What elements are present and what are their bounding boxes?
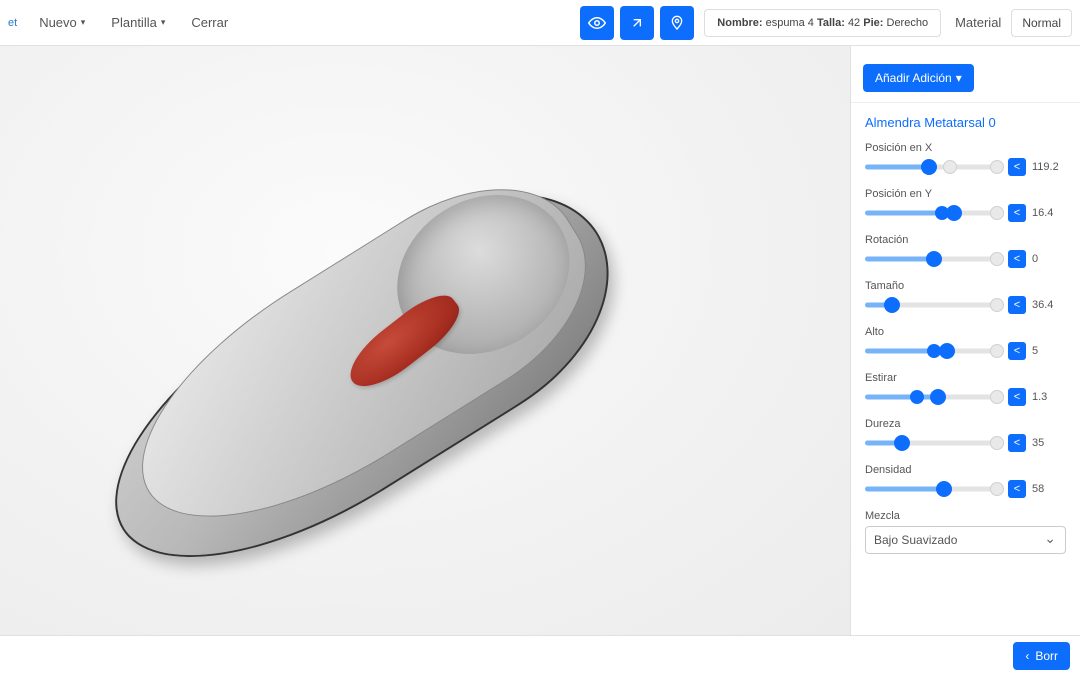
- marker-button[interactable]: [660, 6, 694, 40]
- add-addition-label: Añadir Adición: [875, 71, 952, 85]
- value-rot: 0: [1032, 253, 1066, 265]
- delete-button[interactable]: ‹ Borr: [1013, 642, 1070, 670]
- control-dureza: Dureza < 35: [865, 418, 1066, 452]
- normal-select[interactable]: Normal: [1011, 9, 1072, 37]
- main-menu: Nuevo ▾ Plantilla ▾ Cerrar: [29, 9, 238, 36]
- control-dens: Densidad < 58: [865, 464, 1066, 498]
- delete-button-label: Borr: [1035, 649, 1058, 663]
- value-posy: 16.4: [1032, 207, 1066, 219]
- properties-sidebar: Añadir Adición ▾ Almendra Metatarsal 0 P…: [850, 46, 1080, 635]
- map-pin-icon: [669, 15, 685, 31]
- label-dens: Densidad: [865, 464, 1066, 476]
- value-dureza: 35: [1032, 437, 1066, 449]
- menu-plantilla[interactable]: Plantilla ▾: [101, 9, 175, 36]
- info-nombre-label: Nombre:: [717, 17, 762, 29]
- caret-down-icon: ▾: [161, 17, 166, 28]
- control-posx: Posición en X < 119.2: [865, 142, 1066, 176]
- value-posx: 119.2: [1032, 161, 1066, 173]
- label-tam: Tamaño: [865, 280, 1066, 292]
- label-mezcla: Mezcla: [865, 510, 1066, 522]
- insole-model: [67, 144, 653, 619]
- info-talla-value: 42: [848, 17, 860, 29]
- visibility-button[interactable]: [580, 6, 614, 40]
- toggle-tam[interactable]: <: [1008, 296, 1026, 314]
- bottom-bar: ‹ Borr: [0, 635, 1080, 675]
- right-group: Material Normal: [955, 9, 1072, 37]
- insole-base: [67, 144, 653, 619]
- slider-rot[interactable]: [865, 252, 1002, 266]
- toggle-posx[interactable]: <: [1008, 158, 1026, 176]
- label-rot: Rotación: [865, 234, 1066, 246]
- app-logo: et: [8, 17, 17, 29]
- menu-nuevo-label: Nuevo: [39, 15, 77, 30]
- control-alto: Alto < 5: [865, 326, 1066, 360]
- toggle-posy[interactable]: <: [1008, 204, 1026, 222]
- slider-alto[interactable]: [865, 344, 1002, 358]
- info-nombre-value: espuma 4: [766, 17, 814, 29]
- info-pie-value: Derecho: [887, 17, 929, 29]
- expand-button[interactable]: [620, 6, 654, 40]
- insole-top-surface: [98, 146, 623, 572]
- label-estirar: Estirar: [865, 372, 1066, 384]
- add-addition-button[interactable]: Añadir Adición ▾: [863, 64, 974, 92]
- info-pie-label: Pie:: [863, 17, 883, 29]
- slider-estirar[interactable]: [865, 390, 1002, 404]
- control-mezcla: Mezcla Bajo Suavizado: [865, 510, 1066, 554]
- value-estirar: 1.3: [1032, 391, 1066, 403]
- value-tam: 36.4: [1032, 299, 1066, 311]
- addition-panel: Almendra Metatarsal 0 Posición en X < 11…: [851, 102, 1080, 572]
- menu-nuevo[interactable]: Nuevo ▾: [29, 9, 95, 36]
- label-alto: Alto: [865, 326, 1066, 338]
- toggle-rot[interactable]: <: [1008, 250, 1026, 268]
- material-label: Material: [955, 15, 1001, 30]
- control-tam: Tamaño < 36.4: [865, 280, 1066, 314]
- toggle-dureza[interactable]: <: [1008, 434, 1026, 452]
- caret-down-icon: ▾: [956, 71, 962, 85]
- slider-posx[interactable]: [865, 160, 1002, 174]
- slider-dureza[interactable]: [865, 436, 1002, 450]
- label-posy: Posición en Y: [865, 188, 1066, 200]
- chevron-left-icon: ‹: [1025, 649, 1029, 663]
- panel-title: Almendra Metatarsal 0: [865, 115, 1066, 130]
- control-estirar: Estirar < 1.3: [865, 372, 1066, 406]
- slider-tam[interactable]: [865, 298, 1002, 312]
- value-alto: 5: [1032, 345, 1066, 357]
- menu-cerrar[interactable]: Cerrar: [181, 9, 238, 36]
- viewport-3d[interactable]: ↖: [0, 46, 850, 635]
- control-rot: Rotación < 0: [865, 234, 1066, 268]
- model-info: Nombre: espuma 4 Talla: 42 Pie: Derecho: [704, 9, 941, 37]
- expand-icon: [629, 15, 645, 31]
- control-posy: Posición en Y < 16.4: [865, 188, 1066, 222]
- toggle-estirar[interactable]: <: [1008, 388, 1026, 406]
- caret-down-icon: ▾: [81, 17, 86, 28]
- info-talla-label: Talla:: [817, 17, 845, 29]
- label-dureza: Dureza: [865, 418, 1066, 430]
- eye-icon: [588, 14, 606, 32]
- toggle-alto[interactable]: <: [1008, 342, 1026, 360]
- toggle-dens[interactable]: <: [1008, 480, 1026, 498]
- mezcla-select[interactable]: Bajo Suavizado: [865, 526, 1066, 554]
- label-posx: Posición en X: [865, 142, 1066, 154]
- slider-dens[interactable]: [865, 482, 1002, 496]
- menu-cerrar-label: Cerrar: [191, 15, 228, 30]
- value-dens: 58: [1032, 483, 1066, 495]
- menu-plantilla-label: Plantilla: [111, 15, 157, 30]
- slider-posy[interactable]: [865, 206, 1002, 220]
- topbar: et Nuevo ▾ Plantilla ▾ Cerrar Nombre: espu…: [0, 0, 1080, 46]
- main-area: ↖ Añadir Adición ▾ Almendra Metatarsal 0…: [0, 46, 1080, 635]
